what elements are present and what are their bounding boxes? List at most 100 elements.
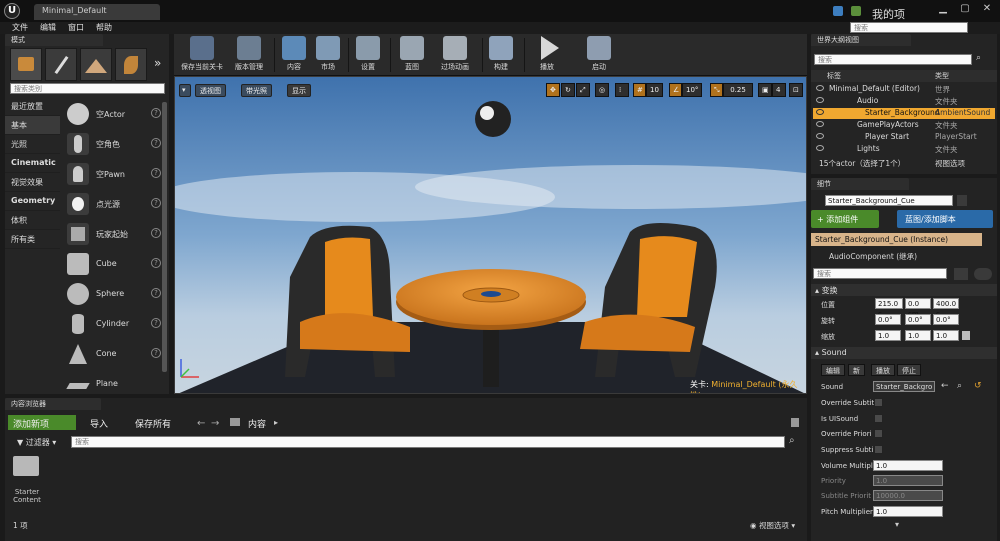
category-geometry[interactable]: Geometry [5, 192, 60, 211]
rotation-x[interactable]: 0.0° [875, 314, 901, 325]
category-cinematic[interactable]: Cinematic [5, 154, 60, 173]
lit-mode-button[interactable]: 带光照 [241, 84, 272, 97]
menu-help[interactable]: 帮助 [96, 22, 112, 33]
content-browser-tab[interactable]: 内容浏览器 [5, 398, 101, 410]
grid-snap-value[interactable]: 10 [646, 83, 663, 97]
grid-snap-icon[interactable]: # [633, 83, 646, 97]
visibility-eye-icon[interactable] [816, 121, 824, 127]
menu-edit[interactable]: 编辑 [40, 22, 56, 33]
maximize-viewport-icon[interactable]: ⊡ [789, 83, 803, 97]
place-item-empty-character[interactable]: 空角色? [62, 129, 162, 159]
outliner-row[interactable]: Lights 文件夹 [813, 144, 995, 155]
import-button[interactable]: 导入 [85, 415, 125, 430]
place-item-point-light[interactable]: 点光源? [62, 189, 162, 219]
marketplace-button[interactable]: 市场 [314, 36, 342, 74]
place-mode-icon[interactable] [10, 48, 42, 81]
place-item-player-start[interactable]: 玩家起始? [62, 219, 162, 249]
visibility-eye-icon[interactable] [816, 133, 824, 139]
content-search-input[interactable]: 搜索 [71, 436, 785, 448]
help-icon[interactable]: ? [151, 318, 161, 328]
place-item-cone[interactable]: Cone? [62, 339, 162, 369]
filters-button[interactable]: ▼ 过滤器 ▾ [17, 437, 56, 448]
place-item-cylinder[interactable]: Cylinder? [62, 309, 162, 339]
expand-advanced-icon[interactable]: ▾ [895, 520, 899, 529]
menu-file[interactable]: 文件 [12, 22, 28, 33]
subtitle-priority-field[interactable]: 10000.0 [873, 490, 943, 501]
path-breadcrumb[interactable]: 内容 [243, 415, 271, 430]
content-view-options[interactable]: ◉ 视图选项 ▾ [750, 520, 795, 531]
rotation-z[interactable]: 0.0° [933, 314, 959, 325]
location-label[interactable]: 位置 [821, 300, 835, 310]
category-volumes[interactable]: 体积 [5, 211, 60, 230]
eye-view-icon[interactable] [974, 268, 992, 280]
content-button[interactable]: 内容 [280, 36, 308, 74]
scale-snap-icon[interactable]: ⤡ [710, 83, 723, 97]
sound-asset-dropdown[interactable]: Starter_Backgro [873, 381, 935, 392]
level-tab[interactable]: Minimal_Default [34, 4, 160, 20]
minimize-button[interactable]: ▁ [932, 3, 954, 17]
help-icon[interactable]: ? [151, 168, 161, 178]
outliner-row[interactable]: Player Start PlayerStart [813, 132, 995, 143]
lock-icon[interactable] [957, 195, 967, 206]
sound-section[interactable]: ▴ Sound [811, 347, 997, 359]
settings-button[interactable]: 设置 [352, 36, 384, 74]
foliage-mode-icon[interactable] [115, 48, 147, 81]
history-forward-icon[interactable]: → [211, 418, 219, 429]
paint-mode-icon[interactable] [45, 48, 77, 81]
landscape-mode-icon[interactable] [80, 48, 112, 81]
rotation-y[interactable]: 0.0° [905, 314, 931, 325]
new-sound-button[interactable]: 新 [848, 364, 865, 376]
volume-multiplier-field[interactable]: 1.0 [873, 460, 943, 471]
viewport-options-button[interactable]: ▾ [179, 84, 191, 97]
save-all-button[interactable]: 保存所有 [130, 415, 190, 430]
edit-sound-button[interactable]: 编辑 [821, 364, 845, 376]
rotation-snap-value[interactable]: 10° [682, 83, 702, 97]
maximize-button[interactable]: ▢ [954, 3, 976, 17]
scale-label[interactable]: 缩放 [821, 332, 835, 342]
category-basic[interactable]: 基本 [5, 116, 60, 135]
visibility-eye-icon[interactable] [816, 145, 824, 151]
menu-window[interactable]: 窗口 [68, 22, 84, 33]
add-component-button[interactable]: + 添加组件 [811, 210, 879, 228]
details-tab[interactable]: 细节 [811, 178, 909, 190]
cinematics-button[interactable]: 过场动画 [432, 36, 478, 74]
override-priority-checkbox[interactable] [874, 429, 883, 438]
component-row[interactable]: AudioComponent (继承) [811, 249, 982, 262]
modes-scrollbar[interactable] [162, 102, 167, 372]
content-lock-icon[interactable] [791, 418, 799, 427]
column-label[interactable]: 标签 [827, 71, 841, 81]
close-button[interactable]: ✕ [976, 3, 998, 17]
build-button[interactable]: 构建 [486, 36, 516, 74]
scale-z[interactable]: 1.0 [933, 330, 959, 341]
place-item-empty-actor[interactable]: 空Actor? [62, 99, 162, 129]
visibility-eye-icon[interactable] [816, 109, 824, 115]
category-lights[interactable]: 光照 [5, 135, 60, 154]
visibility-eye-icon[interactable] [816, 85, 824, 91]
scale-snap-value[interactable]: 0.25 [723, 83, 753, 97]
scale-y[interactable]: 1.0 [905, 330, 931, 341]
reset-icon[interactable]: ↺ [974, 381, 982, 391]
suppress-subtitles-checkbox[interactable] [874, 445, 883, 454]
camera-speed-icon[interactable]: ▣ [758, 83, 772, 97]
launch-button[interactable]: 启动 [584, 36, 614, 74]
place-item-sphere[interactable]: Sphere? [62, 279, 162, 309]
component-instance-row[interactable]: Starter_Background_Cue (Instance) [811, 233, 982, 246]
help-icon[interactable]: ? [151, 138, 161, 148]
help-icon[interactable]: ? [151, 258, 161, 268]
stop-sound-button[interactable]: 停止 [897, 364, 921, 376]
save-level-button[interactable]: 保存当前关卡 [176, 36, 228, 74]
help-icon[interactable]: ? [151, 228, 161, 238]
camera-speed-value[interactable]: 4 [772, 83, 786, 97]
help-icon[interactable]: ? [151, 108, 161, 118]
source-control-button[interactable]: 版本管理 [230, 36, 268, 74]
priority-field[interactable]: 1.0 [873, 475, 943, 486]
sky-sphere-gizmo-icon[interactable] [475, 101, 511, 137]
scale-lock-icon[interactable] [962, 331, 970, 340]
modes-tab[interactable]: 模式 [5, 34, 103, 46]
use-selected-arrow-icon[interactable]: ← [941, 381, 949, 391]
category-all-classes[interactable]: 所有类 [5, 230, 60, 249]
scale-x[interactable]: 1.0 [875, 330, 901, 341]
source-control-icon[interactable] [851, 6, 861, 16]
is-uisound-checkbox[interactable] [874, 414, 883, 423]
location-z[interactable]: 400.0 c [933, 298, 959, 318]
